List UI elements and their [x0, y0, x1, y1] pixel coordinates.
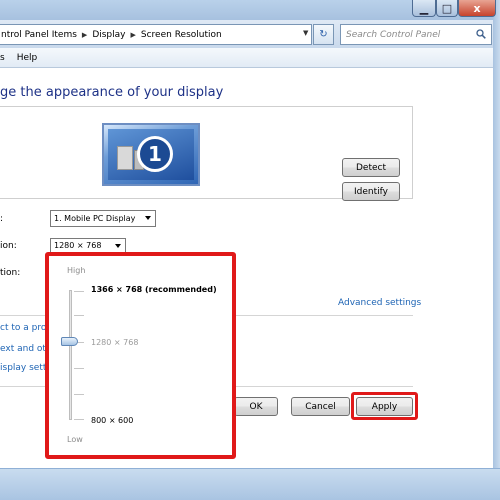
refresh-icon: ↻	[319, 29, 328, 40]
chevron-down-icon	[115, 244, 121, 248]
search-icon[interactable]	[476, 29, 486, 39]
address-row: ntrol Panel Items ▶ Display ▶ Screen Res…	[0, 20, 493, 48]
display-label: :	[0, 214, 4, 224]
dropdown-highlight-box	[45, 252, 236, 459]
menu-item-tools[interactable]: s	[0, 53, 5, 63]
chevron-down-icon	[145, 216, 151, 220]
search-input[interactable]: Search Control Panel	[340, 24, 492, 45]
window-frame-right	[493, 0, 500, 468]
breadcrumb-display[interactable]: Display	[92, 30, 125, 40]
identify-button[interactable]: Identify	[342, 182, 400, 201]
display-select[interactable]: 1. Mobile PC Display	[50, 210, 156, 227]
advanced-settings-link[interactable]: Advanced settings	[338, 298, 421, 308]
display-preview-area: 1 Detect Identify	[0, 106, 413, 201]
minimize-button[interactable]: ▁	[412, 0, 436, 17]
search-placeholder: Search Control Panel	[346, 29, 441, 40]
chevron-right-icon[interactable]: ▶	[131, 31, 136, 39]
window-thumbnail-icon	[117, 146, 133, 170]
maximize-button[interactable]: □	[436, 0, 458, 17]
taskbar	[0, 468, 500, 500]
apply-highlight-box	[351, 392, 418, 420]
monitor-icon[interactable]: 1	[102, 123, 200, 186]
chevron-down-icon[interactable]: ▼	[303, 29, 308, 37]
menu-item-help[interactable]: Help	[17, 53, 38, 63]
display-settings-link[interactable]: isplay setti	[0, 363, 49, 373]
chevron-right-icon[interactable]: ▶	[82, 31, 87, 39]
orientation-label: tion:	[0, 268, 21, 278]
menu-bar: s Help	[0, 48, 493, 68]
display-select-value: 1. Mobile PC Display	[54, 214, 136, 223]
ok-button[interactable]: OK	[234, 397, 278, 416]
page-title: ge the appearance of your display	[0, 85, 224, 100]
detect-button[interactable]: Detect	[342, 158, 400, 177]
monitor-number-badge: 1	[137, 136, 173, 172]
refresh-button[interactable]: ↻	[313, 24, 334, 45]
resolution-label: ion:	[0, 241, 17, 251]
cancel-button[interactable]: Cancel	[291, 397, 350, 416]
resolution-select-value: 1280 × 768	[54, 241, 102, 250]
breadcrumb-control-panel-items[interactable]: ntrol Panel Items	[1, 30, 77, 40]
resolution-select[interactable]: 1280 × 768	[50, 238, 126, 253]
close-button[interactable]: x	[458, 0, 496, 17]
breadcrumb-screen-resolution[interactable]: Screen Resolution	[141, 30, 222, 40]
monitor-screen: 1	[108, 129, 194, 180]
address-bar[interactable]: ntrol Panel Items ▶ Display ▶ Screen Res…	[0, 24, 312, 45]
